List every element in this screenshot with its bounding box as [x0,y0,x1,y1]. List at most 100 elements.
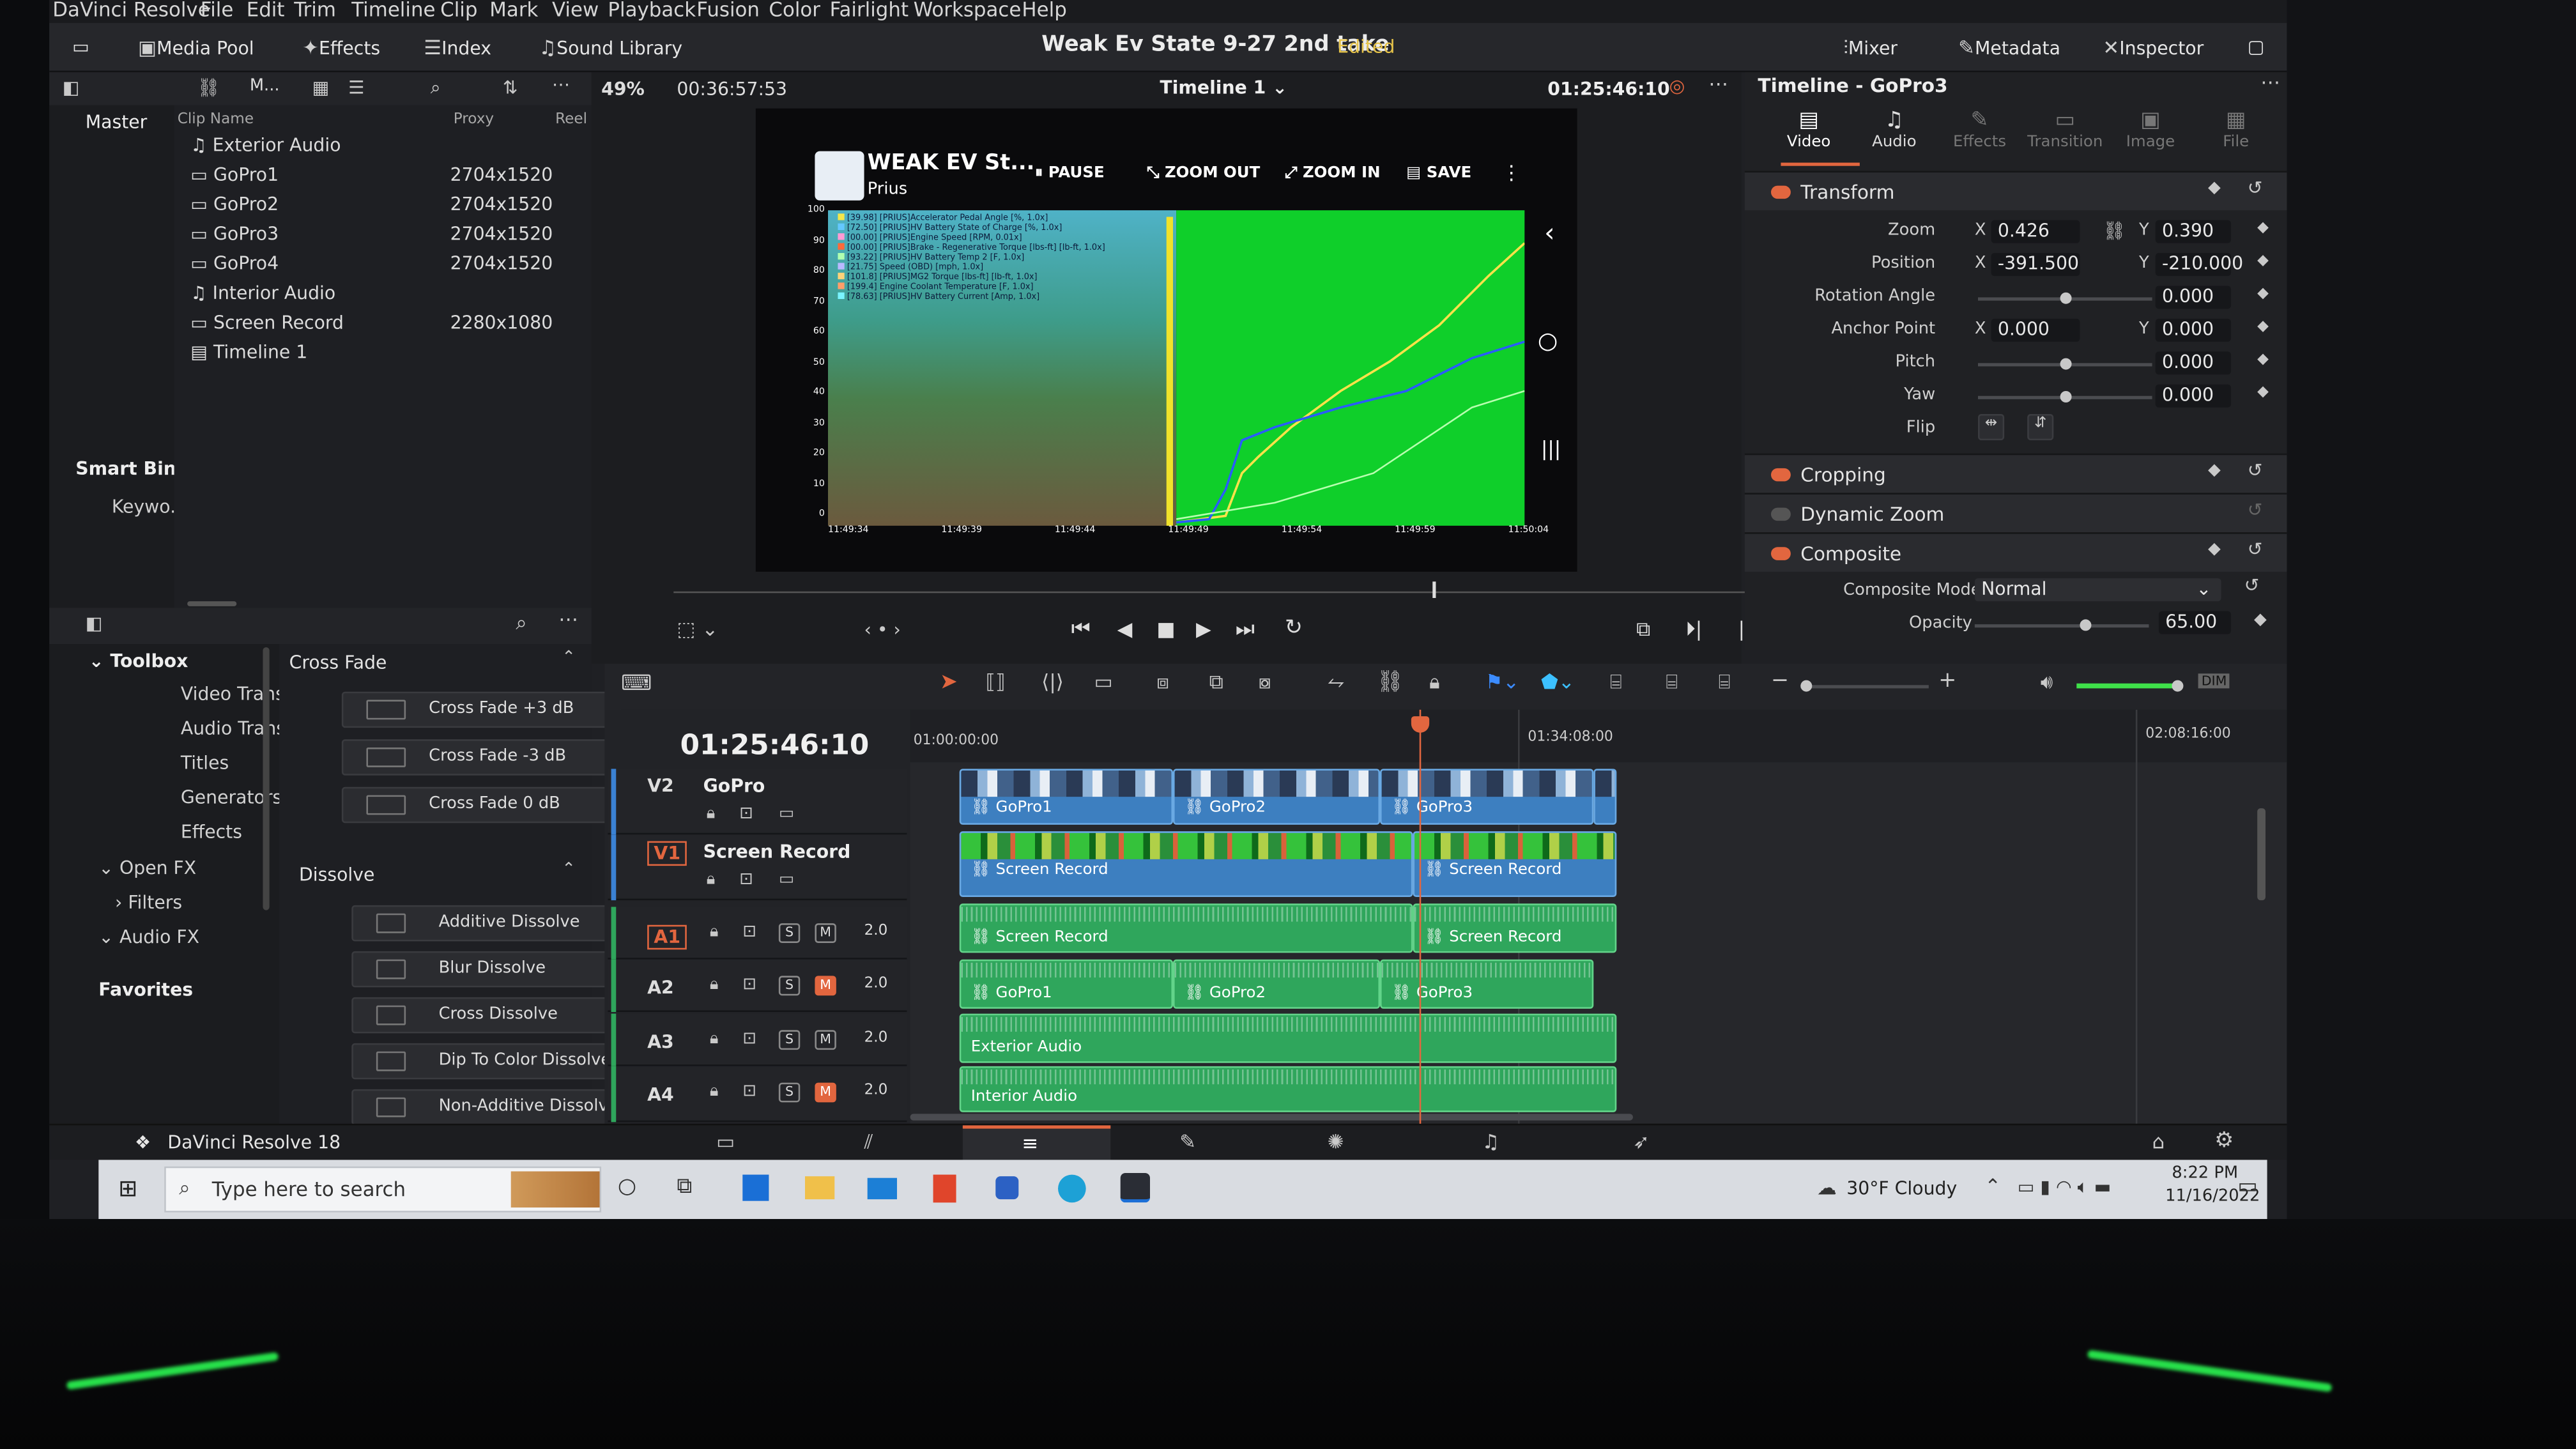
keyframe-icon[interactable]: ◆ [2257,253,2269,270]
dissolve-item[interactable]: Dip To Color Dissolve [351,1043,631,1080]
more-options-icon[interactable]: ⋯ [552,74,570,95]
search-icon[interactable]: ⌕ [431,77,441,100]
solo-button[interactable]: S [778,1030,801,1050]
edit-page-tab[interactable]: ≡ [962,1125,1111,1162]
toolbox-group[interactable]: ⌄ Toolbox [89,650,188,671]
flag-icon[interactable]: ⚑⌄ [1485,670,1520,693]
horizontal-scrollbar[interactable] [187,601,237,606]
mixer-button[interactable]: ⫶ Mixer [1843,36,1897,61]
transform-keyframe-icon[interactable]: ◆ [2208,179,2221,197]
timeline-selector[interactable]: Timeline 1 ⌄ [1160,77,1287,98]
video-clip[interactable]: ⛓ GoPro1 [959,769,1173,825]
cross-fade-header[interactable]: Cross Fade [289,652,387,673]
keyframe-icon[interactable]: ◆ [2257,385,2269,401]
toolbox-item[interactable]: Effects [181,822,242,843]
video-clip[interactable]: ⛓ GoPro3 [1380,769,1594,825]
menu-clip[interactable]: Clip [440,0,477,21]
effects-more-icon[interactable]: ⋯ [558,608,578,631]
dynamic-trim-icon[interactable]: ⟨|⟩ [1041,670,1063,693]
menu-file[interactable]: File [201,0,234,21]
menu-color[interactable]: Color [769,0,820,21]
dissolve-item[interactable]: Blur Dissolve [351,951,631,988]
inspector-tab-transition[interactable]: ▭ Transition [2024,109,2106,164]
blade-tool-icon[interactable]: ▭ [1094,670,1113,693]
auto-select-icon[interactable]: ⊡ [739,871,753,889]
auto-select-icon[interactable]: ⊡ [742,1030,756,1048]
loop-icon[interactable]: ↻ [1285,616,1303,641]
menu-playback[interactable]: Playback [608,0,696,21]
favorites-group[interactable]: Favorites [98,979,193,1000]
track-header-v2[interactable]: V2 GoPro 🔒︎ ⊡ ▭ [608,769,907,835]
transform-value-field[interactable]: 0.000 [2155,286,2231,309]
dissolve-item[interactable]: Additive Dissolve [351,905,631,942]
lock-icon[interactable]: 🔒︎ [710,976,719,993]
transform-value-field[interactable]: 0.000 [2155,384,2231,408]
mail-icon[interactable] [867,1177,897,1200]
volume-slider[interactable] [2076,683,2175,689]
sidebar-toggle-icon[interactable]: ◧ [63,77,80,98]
menu-timeline[interactable]: Timeline [351,0,435,21]
keyframe-icon[interactable]: ◆ [2257,351,2269,368]
track-id[interactable]: V1 [647,841,687,866]
audio-clip[interactable]: ⛓ GoPro1 [959,959,1173,1009]
windows-start-icon[interactable]: ⊞ [118,1176,137,1202]
toolbox-item[interactable]: Titles [181,753,229,774]
menu-fusion[interactable]: Fusion [696,0,760,21]
store-app-icon[interactable] [742,1174,769,1201]
volume-icon[interactable]: 🔊︎ [2041,670,2053,695]
color-wheel-icon[interactable]: ◎ [1669,75,1685,96]
zoom-in-icon[interactable]: + [1938,669,1956,694]
zoom-custom-icon[interactable]: ⌸ [1719,670,1731,695]
open-fx-group[interactable]: ⌄ Open FX [98,857,196,878]
list-view-icon[interactable]: ☰ [348,77,364,98]
timeline-zoom-knob[interactable] [1800,680,1813,692]
position-lock-icon[interactable]: 🔒︎ [1429,670,1439,695]
cut-page-icon[interactable]: ⫽ [864,1130,873,1155]
collapse-icon[interactable]: ⌃ [562,861,576,878]
replace-clip-icon[interactable]: ⧇ [1259,670,1271,695]
zoom-full-icon[interactable]: ⌸ [1610,670,1622,695]
viewer-more-icon[interactable]: ⋯ [1708,72,1728,95]
clip-row[interactable]: ▭ GoPro2 2704x1520 [190,194,585,220]
inspector-tab-image[interactable]: ▣ Image [2110,109,2192,164]
track-id[interactable]: V2 [647,776,674,797]
y-value-field[interactable]: 0.390 [2155,220,2231,243]
audio-clip[interactable]: Interior Audio [959,1066,1617,1112]
clip-row[interactable]: ▭ GoPro1 2704x1520 [190,164,585,190]
insert-clip-icon[interactable]: ⧈ [1156,670,1169,695]
jog-control-icon[interactable]: ‹ • › [864,619,901,640]
transform-slider[interactable] [1978,292,2152,304]
track-id[interactable]: A2 [647,977,674,999]
slider-knob[interactable] [2060,358,2072,370]
mute-button[interactable]: M [815,923,836,943]
track-header-v1[interactable]: V1 Screen Record 🔒︎ ⊡ ▭ [608,834,907,901]
transform-slider[interactable] [1978,358,2152,370]
keyframe-icon[interactable]: ◆ [2257,220,2269,237]
play-icon[interactable]: ▶ [1196,618,1211,641]
slider-knob[interactable] [2060,391,2072,402]
menu-workspace[interactable]: Workspace [914,0,1022,21]
menu-help[interactable]: Help [1022,0,1066,21]
transform-slider[interactable] [1978,391,2152,402]
auto-select-icon[interactable]: ⊡ [742,923,756,941]
edge-browser-icon[interactable] [1058,1174,1086,1203]
tray-icons[interactable]: ▭ ▮ ◠ 🔈︎ ▬ [2018,1176,2112,1199]
effects-button[interactable]: ✦ Effects [302,36,380,59]
col-clip-name[interactable]: Clip Name [178,112,254,128]
flip-vertical-button[interactable]: ⇵ [2027,414,2054,441]
go-to-start-icon[interactable]: ⏮ [1071,618,1091,643]
inspector-tab-file[interactable]: ▦ File [2195,109,2277,164]
auto-select-icon[interactable]: ⊡ [739,805,753,823]
app-icon[interactable] [995,1176,1019,1200]
transform-reset-icon[interactable]: ↺ [2248,178,2263,199]
inspector-tab-audio[interactable]: ♫ Audio [1853,109,1936,164]
auto-select-icon[interactable]: ⊡ [742,976,756,993]
x-value-field[interactable]: 0.000 [1991,318,2080,342]
viewer-zoom[interactable]: 49% [601,79,645,100]
menu-fairlight[interactable]: Fairlight [830,0,909,21]
clip-row[interactable]: ▭ GoPro4 2704x1520 [190,253,585,279]
composite-mode-select[interactable]: Normal ⌄ [1974,578,2221,602]
track-header-a3[interactable]: A3 🔒︎ ⊡ S M 2.0 [608,1013,907,1066]
audio-clip[interactable]: ⛓ GoPro2 [1173,959,1380,1009]
menu-mark[interactable]: Mark [489,0,538,21]
